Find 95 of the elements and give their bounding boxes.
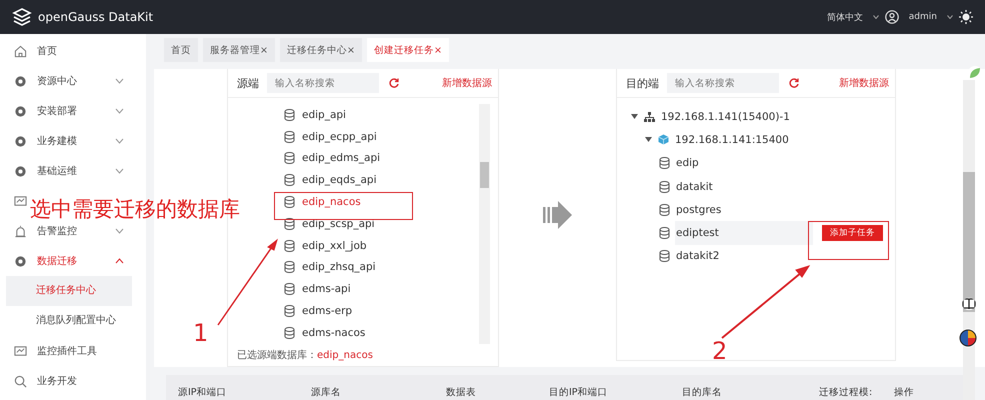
tree-node[interactable]: datakit2 bbox=[676, 250, 720, 262]
app-title: openGauss DataKit bbox=[38, 10, 154, 24]
database-icon bbox=[284, 305, 295, 318]
selected-label: 已选源端数据库： bbox=[237, 348, 317, 362]
gear-icon bbox=[14, 104, 27, 118]
tree-node[interactable]: 192.168.1.141(15400)-1 bbox=[661, 110, 790, 123]
gear-icon bbox=[14, 74, 27, 88]
tree-node[interactable]: ediptest bbox=[676, 227, 719, 240]
sidebar-item[interactable]: 资源中心 bbox=[37, 74, 105, 88]
caret-icon[interactable] bbox=[645, 137, 652, 142]
gear-icon bbox=[14, 254, 27, 268]
database-item[interactable]: edip_nacos bbox=[302, 196, 361, 208]
add-datasource-link[interactable]: 新增数据源 bbox=[442, 76, 492, 90]
cube-icon bbox=[658, 134, 669, 146]
sun-icon[interactable] bbox=[959, 10, 973, 24]
database-icon bbox=[284, 108, 295, 121]
language-menu[interactable]: 简体中文 bbox=[822, 10, 867, 24]
column-header: 操作 bbox=[894, 386, 915, 400]
sidebar-item[interactable]: 安装部署 bbox=[37, 104, 105, 118]
search-field[interactable]: 输入名称搜索 bbox=[667, 73, 779, 93]
sidebar-item[interactable]: 监控插件工具 bbox=[37, 344, 124, 358]
right-arrow-icon bbox=[542, 201, 572, 229]
database-icon bbox=[659, 227, 670, 240]
database-item[interactable]: edip_xxl_job bbox=[302, 240, 367, 252]
selected-database: edip_nacos bbox=[317, 350, 373, 360]
sidebar-item[interactable]: 业务开发 bbox=[37, 374, 124, 388]
stacked-layers-icon bbox=[12, 7, 32, 27]
caret-icon bbox=[872, 15, 879, 19]
column-header: 源库名 bbox=[311, 386, 342, 400]
submenu-item[interactable]: 迁移任务中心 bbox=[6, 276, 132, 306]
step-number: 1 bbox=[193, 320, 208, 346]
database-icon bbox=[284, 261, 295, 274]
add-subtask-button[interactable]: 添加子任务 bbox=[822, 225, 883, 242]
database-icon bbox=[659, 180, 670, 193]
database-item[interactable]: edip_ecpp_api bbox=[302, 130, 377, 143]
database-item[interactable]: edip_zhsq_api bbox=[302, 261, 376, 274]
user-menu[interactable]: admin bbox=[904, 12, 941, 22]
refresh-icon[interactable] bbox=[389, 78, 399, 88]
caret-icon bbox=[947, 15, 953, 19]
step-number: 2 bbox=[712, 338, 728, 364]
database-icon bbox=[284, 174, 295, 186]
database-item[interactable]: edip_eqds_api bbox=[302, 174, 376, 186]
monitor-icon bbox=[14, 194, 27, 208]
add-datasource-link[interactable]: 新增数据源 bbox=[839, 76, 889, 90]
search-field[interactable]: 输入名称搜索 bbox=[267, 73, 379, 93]
home-icon bbox=[14, 44, 27, 58]
panel-title: 目的端 bbox=[626, 76, 659, 90]
database-icon bbox=[284, 196, 295, 208]
column-header: 目的库名 bbox=[682, 386, 723, 400]
database-item[interactable]: edip_api bbox=[302, 108, 346, 121]
column-header: 目的IP和端口 bbox=[549, 386, 609, 400]
page-tab[interactable]: 迁移任务中心× bbox=[280, 38, 362, 62]
database-icon bbox=[284, 240, 295, 252]
database-icon bbox=[284, 283, 295, 296]
page-tab[interactable]: 首页 bbox=[164, 38, 198, 62]
user-icon bbox=[884, 10, 899, 24]
sidebar-item[interactable]: 首页 bbox=[37, 44, 124, 58]
sidebar-item[interactable]: 数据迁移 bbox=[37, 254, 105, 268]
gear-icon bbox=[14, 164, 27, 178]
database-item[interactable]: edms-nacos bbox=[302, 326, 366, 339]
database-icon bbox=[659, 204, 670, 216]
database-icon bbox=[284, 130, 295, 143]
database-icon bbox=[659, 250, 670, 262]
column-header: 迁移过程模: bbox=[819, 386, 874, 400]
sidebar-item[interactable]: 基础运维 bbox=[37, 164, 105, 178]
search-icon bbox=[14, 374, 27, 388]
database-icon bbox=[284, 152, 295, 164]
database-item[interactable]: edip_edms_api bbox=[302, 152, 380, 164]
gear-icon bbox=[14, 134, 27, 148]
column-header: 源IP和端口 bbox=[178, 386, 228, 400]
database-item[interactable]: edms-erp bbox=[302, 305, 352, 318]
database-icon bbox=[284, 326, 295, 339]
database-item[interactable]: edip_scsp_api bbox=[302, 218, 375, 230]
panel-title: 源端 bbox=[237, 76, 259, 90]
monitor-icon bbox=[14, 344, 27, 358]
hierarchy-icon bbox=[644, 112, 655, 122]
submenu-item[interactable]: 消息队列配置中心 bbox=[6, 306, 132, 336]
scrollbar[interactable] bbox=[963, 80, 975, 400]
page-tab[interactable]: 创建迁移任务× bbox=[366, 38, 449, 62]
sidebar-item[interactable]: 业务建模 bbox=[37, 134, 105, 148]
tree-node[interactable]: postgres bbox=[676, 204, 722, 216]
alarm-icon bbox=[14, 224, 27, 238]
refresh-icon[interactable] bbox=[789, 78, 799, 88]
database-item[interactable]: edms-api bbox=[302, 283, 351, 296]
tree-node[interactable]: edip bbox=[676, 157, 699, 170]
database-icon bbox=[284, 218, 295, 230]
column-header: 数据表 bbox=[446, 386, 477, 400]
tree-node[interactable]: 192.168.1.141:15400 bbox=[675, 134, 789, 146]
database-icon bbox=[659, 157, 670, 170]
caret-icon[interactable] bbox=[631, 114, 638, 120]
annotation-text: 选中需要迁移的数据库 bbox=[30, 196, 240, 223]
sidebar-item[interactable]: 告警监控 bbox=[37, 224, 105, 238]
page-tab[interactable]: 服务器管理× bbox=[203, 38, 275, 62]
tree-node[interactable]: datakit bbox=[676, 180, 713, 193]
scrollbar[interactable] bbox=[479, 104, 490, 344]
